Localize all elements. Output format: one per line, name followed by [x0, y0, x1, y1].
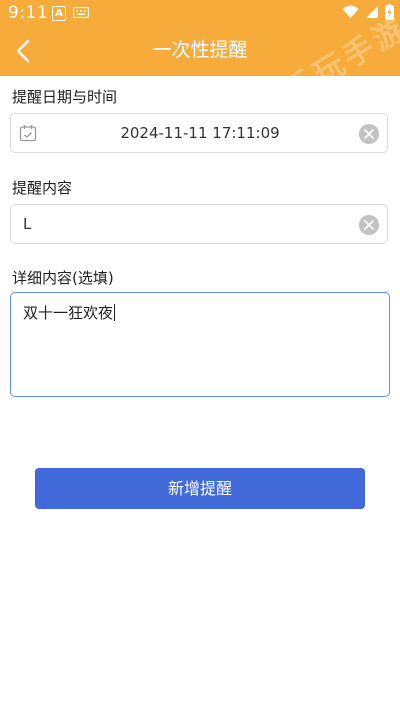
content-value: L	[23, 215, 32, 233]
accessibility-a-icon: A	[52, 6, 66, 21]
datetime-field[interactable]: 2024-11-11 17:11:09	[10, 113, 388, 153]
content-label: 提醒内容	[12, 179, 73, 197]
close-icon	[364, 220, 374, 230]
detail-textarea[interactable]: 双十一狂欢夜	[10, 292, 390, 397]
datetime-label: 提醒日期与时间	[12, 88, 118, 106]
content-field[interactable]: L	[10, 204, 388, 244]
text-caret	[114, 304, 116, 321]
keyboard-icon	[73, 7, 89, 18]
battery-charging-icon	[385, 4, 394, 20]
detail-label: 详细内容(选填)	[12, 269, 114, 287]
status-right-icons	[342, 4, 394, 20]
wifi-icon	[342, 5, 359, 18]
clear-content-button[interactable]	[359, 215, 379, 235]
signal-icon	[366, 6, 378, 18]
page-title: 一次性提醒	[152, 39, 248, 61]
clear-datetime-button[interactable]	[359, 124, 379, 144]
datetime-value: 2024-11-11 17:11:09	[120, 124, 280, 142]
status-time: 9:11	[8, 3, 49, 23]
status-bar: 9:11 A	[0, 0, 400, 28]
close-icon	[364, 129, 374, 139]
add-reminder-button[interactable]: 新增提醒	[35, 468, 365, 509]
detail-value: 双十一狂欢夜	[23, 304, 114, 322]
detail-text-wrapper: 双十一狂欢夜	[23, 302, 116, 323]
app-header: 9:11 A 一次性提醒 乐玩手游	[0, 0, 400, 109]
